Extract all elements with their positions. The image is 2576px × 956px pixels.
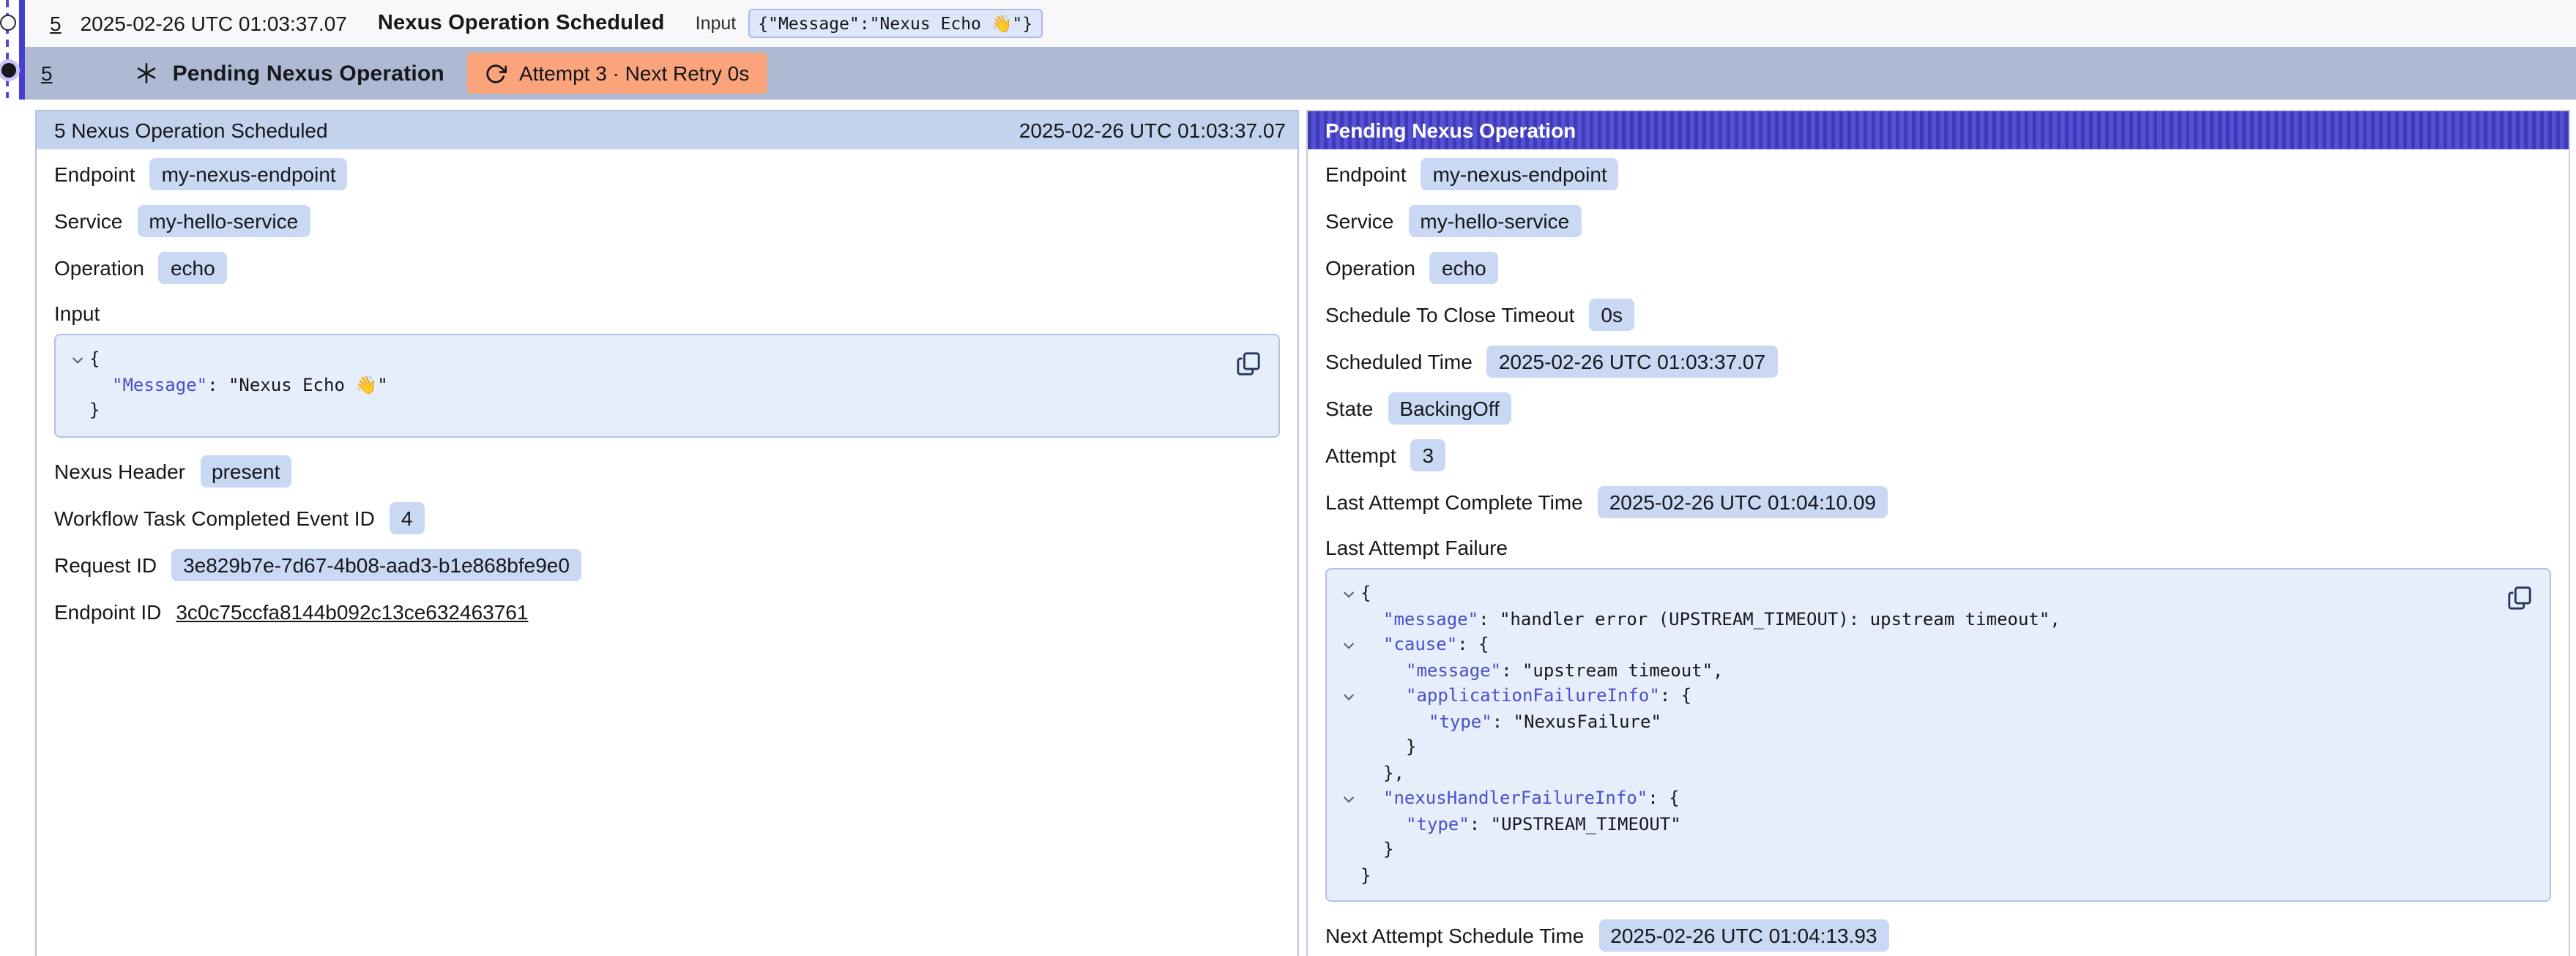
json-code-line: "message": "handler error (UPSTREAM_TIME…: [1327, 607, 2550, 632]
field-row: Next Attempt Schedule Time 2025-02-26 UTC…: [1325, 919, 2551, 952]
collapse-chevron-icon[interactable]: [1341, 792, 1356, 807]
field-value-chip: 3e829b7e-7d67-4b08-aad3-b1e868bfe9e0: [171, 548, 581, 580]
copy-icon[interactable]: [2506, 584, 2532, 613]
json-code-line: }: [1327, 735, 2550, 761]
retry-badge-label: Attempt 3 · Next Retry 0s: [519, 61, 749, 85]
json-code-line: "type": "UPSTREAM_TIMEOUT": [1327, 812, 2550, 837]
field-label: Next Attempt Schedule Time: [1325, 924, 1584, 947]
field-row: Operation echo: [54, 252, 1280, 284]
field-value-chip: 2025-02-26 UTC 01:04:10.09: [1598, 486, 1888, 518]
input-preview-chip: {"Message":"Nexus Echo 👋"}: [748, 9, 1043, 38]
field-row: Attempt 3: [1325, 439, 2551, 471]
field-row: Workflow Task Completed Event ID 4: [54, 501, 1280, 534]
field-label: Scheduled Time: [1325, 350, 1473, 373]
field-row: Service my-hello-service: [1325, 205, 2551, 237]
event-detail-panels: 5 Nexus Operation Scheduled 2025-02-26 U…: [35, 110, 2570, 956]
json-code-line: "nexusHandlerFailureInfo": {: [1327, 786, 2550, 812]
event-timestamp: 2025-02-26 UTC 01:03:37.07: [81, 12, 347, 35]
field-label: Endpoint ID: [54, 600, 161, 623]
last-attempt-failure-json-block: {"message": "handler error (UPSTREAM_TIM…: [1325, 568, 2551, 902]
json-code-line: "message": "upstream timeout",: [1327, 658, 2550, 684]
field-row: Endpoint ID 3c0c75ccfa8144b092c13ce632463…: [54, 595, 1280, 627]
event-summary-title: 5 Nexus Operation Scheduled: [54, 119, 328, 142]
pending-nexus-operation-panel: Pending Nexus Operation Endpoint my-nexus…: [1306, 110, 2570, 956]
copy-icon[interactable]: [1235, 350, 1261, 379]
field-label: Schedule To Close Timeout: [1325, 303, 1574, 326]
field-label: Workflow Task Completed Event ID: [54, 506, 375, 529]
field-label: Service: [54, 209, 122, 233]
field-value-chip: my-nexus-endpoint: [1421, 158, 1619, 190]
event-summary-header: 5 Nexus Operation Scheduled 2025-02-26 U…: [37, 111, 1298, 149]
json-code-line: "applicationFailureInfo": {: [1327, 684, 2550, 709]
event-title: Nexus Operation Scheduled: [378, 12, 665, 35]
input-json-block: {"Message": "Nexus Echo 👋"}: [54, 334, 1280, 437]
field-label: Nexus Header: [54, 459, 185, 482]
field-value-chip: my-nexus-endpoint: [150, 158, 348, 190]
field-label: Request ID: [54, 553, 157, 576]
json-code-line: {: [1327, 581, 2550, 607]
json-code-line: {: [56, 347, 1278, 373]
last-attempt-failure-label: Last Attempt Failure: [1325, 533, 2551, 562]
field-value-chip: 4: [390, 501, 425, 534]
field-row: Request ID 3e829b7e-7d67-4b08-aad3-b1e868…: [54, 548, 1280, 580]
collapse-chevron-icon[interactable]: [1341, 638, 1356, 653]
pending-asterisk-icon: [135, 61, 158, 85]
field-value-chip: BackingOff: [1388, 392, 1511, 425]
retry-icon: [485, 62, 507, 84]
field-row: Last Attempt Complete Time 2025-02-26 UTC…: [1325, 486, 2551, 518]
input-label: Input: [696, 13, 737, 34]
field-value-chip: echo: [159, 252, 227, 284]
event-id-link[interactable]: 5: [50, 12, 62, 35]
collapse-chevron-icon[interactable]: [1341, 690, 1356, 704]
field-label: Operation: [54, 256, 144, 280]
field-value-chip: 2025-02-26 UTC 01:03:37.07: [1487, 346, 1777, 378]
field-label: Endpoint: [54, 163, 135, 186]
input-json-label: Input: [54, 299, 1280, 328]
field-label: Service: [1325, 209, 1393, 233]
field-label: Endpoint: [1325, 163, 1407, 186]
field-row: Schedule To Close Timeout 0s: [1325, 299, 2551, 331]
field-value-chip: 2025-02-26 UTC 01:04:13.93: [1598, 919, 1888, 952]
field-value-chip: my-hello-service: [1408, 205, 1581, 237]
field-value-chip: 0s: [1589, 299, 1634, 331]
history-row-nexus-operation-scheduled[interactable]: 5 2025-02-26 UTC 01:03:37.07 Nexus Opera…: [25, 0, 2576, 47]
field-label: State: [1325, 397, 1373, 420]
field-row: Scheduled Time 2025-02-26 UTC 01:03:37.07: [1325, 346, 2551, 378]
event-id-link[interactable]: 5: [41, 61, 53, 85]
field-label: Attempt: [1325, 444, 1396, 467]
field-value-chip: echo: [1430, 252, 1498, 284]
field-label: Operation: [1325, 256, 1415, 280]
field-row: State BackingOff: [1325, 392, 2551, 425]
json-code-line: "cause": {: [1327, 632, 2550, 658]
pending-panel-header: Pending Nexus Operation: [1308, 111, 2569, 149]
field-row: Service my-hello-service: [54, 205, 1280, 237]
json-code-line: },: [1327, 761, 2550, 786]
field-row: Endpoint my-nexus-endpoint: [54, 158, 1280, 190]
field-value-chip: 3: [1411, 439, 1446, 471]
retry-status-badge: Attempt 3 · Next Retry 0s: [468, 53, 767, 94]
pending-event-title: Pending Nexus Operation: [173, 61, 444, 86]
field-row: Endpoint my-nexus-endpoint: [1325, 158, 2551, 190]
field-value-chip: present: [200, 455, 291, 487]
json-code-line: "Message": "Nexus Echo 👋": [56, 373, 1278, 398]
collapse-chevron-icon[interactable]: [1341, 587, 1356, 602]
event-summary-timestamp: 2025-02-26 UTC 01:03:37.07: [1019, 119, 1286, 142]
field-value-chip: my-hello-service: [137, 205, 310, 237]
collapse-chevron-icon[interactable]: [70, 353, 85, 367]
timeline-node-open-icon: [0, 15, 16, 31]
field-label: Last Attempt Complete Time: [1325, 490, 1583, 514]
field-value-link[interactable]: 3c0c75ccfa8144b092c13ce632463761: [176, 600, 528, 623]
pending-panel-title: Pending Nexus Operation: [1325, 119, 1576, 142]
timeline-node-current-icon: [1, 63, 16, 78]
workflow-event-history-view: 5 2025-02-26 UTC 01:03:37.07 Nexus Opera…: [0, 0, 2576, 956]
json-code-line: }: [56, 398, 1278, 424]
field-row: Operation echo: [1325, 252, 2551, 284]
json-code-line: }: [1327, 863, 2550, 889]
timeline-active-bar: [19, 0, 25, 100]
json-code-line: "type": "NexusFailure": [1327, 709, 2550, 735]
event-summary-panel: 5 Nexus Operation Scheduled 2025-02-26 U…: [35, 110, 1299, 956]
field-row: Nexus Header present: [54, 455, 1280, 487]
json-code-line: }: [1327, 837, 2550, 863]
history-row-pending-nexus-operation[interactable]: 5 Pending Nexus Operation Attempt 3 · Ne…: [25, 47, 2576, 100]
